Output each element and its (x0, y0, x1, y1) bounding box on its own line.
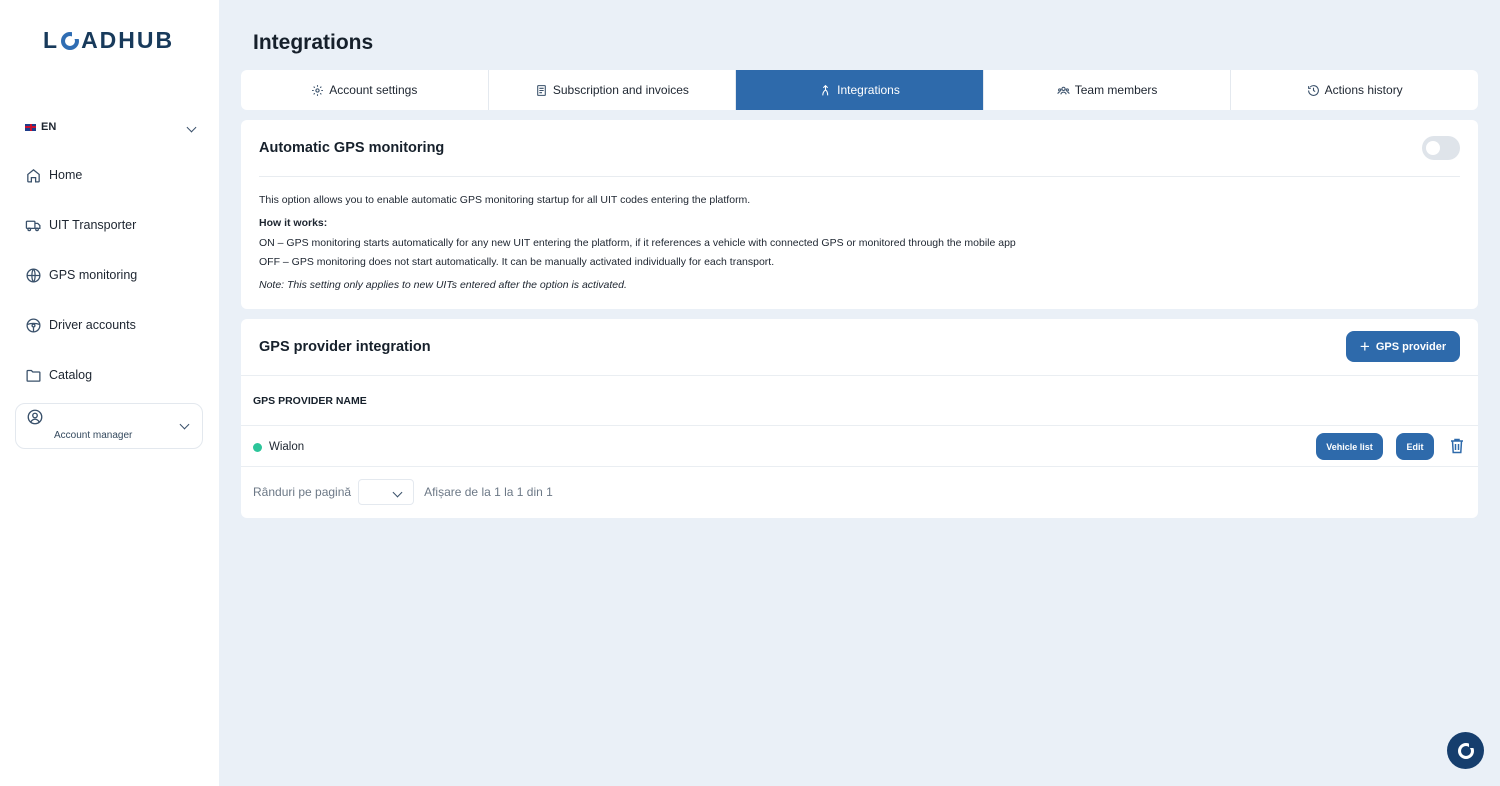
sidebar-item-gps-monitoring[interactable]: GPS monitoring (25, 264, 137, 286)
page-title: Integrations (253, 31, 374, 54)
chevron-down-icon (179, 419, 190, 429)
sidebar: L ADHUB EN Home UIT Transporter GPS moni… (0, 0, 219, 786)
gps-monitoring-intro: This option allows you to enable automat… (259, 194, 751, 206)
vehicle-list-button[interactable]: Vehicle list (1316, 433, 1383, 460)
section-title: GPS provider integration (259, 339, 431, 355)
status-dot-icon (253, 442, 262, 452)
language-selector[interactable]: EN (25, 118, 197, 136)
truck-icon (25, 220, 41, 231)
gps-provider-integration-card: GPS provider integration + GPS provider … (241, 319, 1478, 518)
trash-icon[interactable] (1450, 438, 1464, 454)
chat-support-button[interactable] (1447, 732, 1484, 769)
language-code: EN (41, 121, 57, 133)
pagination: Rânduri pe pagină Afișare de la 1 la 1 d… (253, 479, 553, 505)
divider (259, 176, 1460, 177)
off-description: OFF – GPS monitoring does not start auto… (259, 256, 775, 268)
sidebar-item-catalog[interactable]: Catalog (25, 364, 92, 386)
team-icon (1057, 86, 1070, 94)
tab-label: Integrations (837, 83, 900, 97)
divider (241, 425, 1478, 426)
folder-icon (26, 369, 41, 382)
table-row: Wialon (253, 441, 304, 453)
tab-integrations[interactable]: Integrations (736, 70, 984, 110)
rows-per-page-select[interactable] (358, 479, 415, 505)
chevron-down-icon (186, 122, 197, 132)
tab-label: Subscription and invoices (552, 83, 689, 97)
user-icon (27, 409, 43, 425)
tab-label: Team members (1074, 83, 1158, 97)
history-icon (1307, 84, 1319, 96)
sidebar-item-label: UIT Transporter (49, 218, 137, 232)
sidebar-item-label: Driver accounts (49, 318, 136, 332)
sidebar-item-label: Home (49, 168, 83, 182)
chevron-down-icon (392, 487, 403, 497)
divider (241, 375, 1478, 376)
globe-icon (26, 267, 41, 283)
tab-subscription-and-invoices[interactable]: Subscription and invoices (489, 70, 737, 110)
button-label: GPS provider (1375, 340, 1447, 353)
column-header-provider-name: GPS PROVIDER NAME (253, 395, 367, 407)
display-range-label: Afișare de la 1 la 1 din 1 (424, 485, 553, 499)
integration-icon (822, 84, 829, 95)
tab-team-members[interactable]: Team members (984, 70, 1232, 110)
how-it-works-title: How it works: (259, 217, 328, 229)
chat-icon (1457, 741, 1475, 759)
section-title: Automatic GPS monitoring (259, 140, 445, 156)
add-gps-provider-button[interactable]: + GPS provider (1346, 331, 1460, 362)
divider (241, 466, 1478, 467)
rows-per-page-label: Rânduri pe pagină (253, 485, 352, 499)
tab-label: Account settings (329, 83, 418, 97)
automatic-gps-monitoring-card: Automatic GPS monitoring This option all… (241, 120, 1478, 309)
sidebar-item-label: Catalog (49, 368, 93, 382)
gps-monitoring-toggle[interactable] (1422, 136, 1460, 160)
plus-icon: + (1359, 337, 1370, 356)
loadhub-logo[interactable]: L ADHUB (43, 27, 174, 54)
settings-tabs: Account settings Subscription and invoic… (241, 70, 1478, 110)
invoice-icon (537, 84, 546, 96)
gear-icon (312, 84, 324, 96)
on-description: ON – GPS monitoring starts automatically… (259, 237, 1016, 249)
toggle-knob (1426, 141, 1440, 155)
logo-text-start: L (43, 27, 60, 53)
uk-flag-icon (25, 123, 36, 131)
account-manager-menu[interactable]: Account manager (15, 403, 203, 449)
steering-wheel-icon (26, 317, 41, 333)
edit-button[interactable]: Edit (1396, 433, 1434, 460)
provider-name: Wialon (269, 441, 305, 453)
tab-account-settings[interactable]: Account settings (241, 70, 489, 110)
home-icon (27, 168, 40, 183)
sidebar-item-uit-transporter[interactable]: UIT Transporter (25, 214, 136, 236)
setting-note: Note: This setting only applies to new U… (259, 279, 627, 291)
sidebar-item-driver-accounts[interactable]: Driver accounts (25, 314, 136, 336)
logo-o-icon (61, 30, 81, 50)
account-manager-label: Account manager (54, 429, 133, 441)
tab-actions-history[interactable]: Actions history (1231, 70, 1478, 110)
sidebar-item-label: GPS monitoring (49, 268, 138, 282)
sidebar-item-home[interactable]: Home (25, 164, 82, 186)
logo-text-end: ADHUB (81, 27, 175, 53)
tab-label: Actions history (1324, 83, 1403, 97)
